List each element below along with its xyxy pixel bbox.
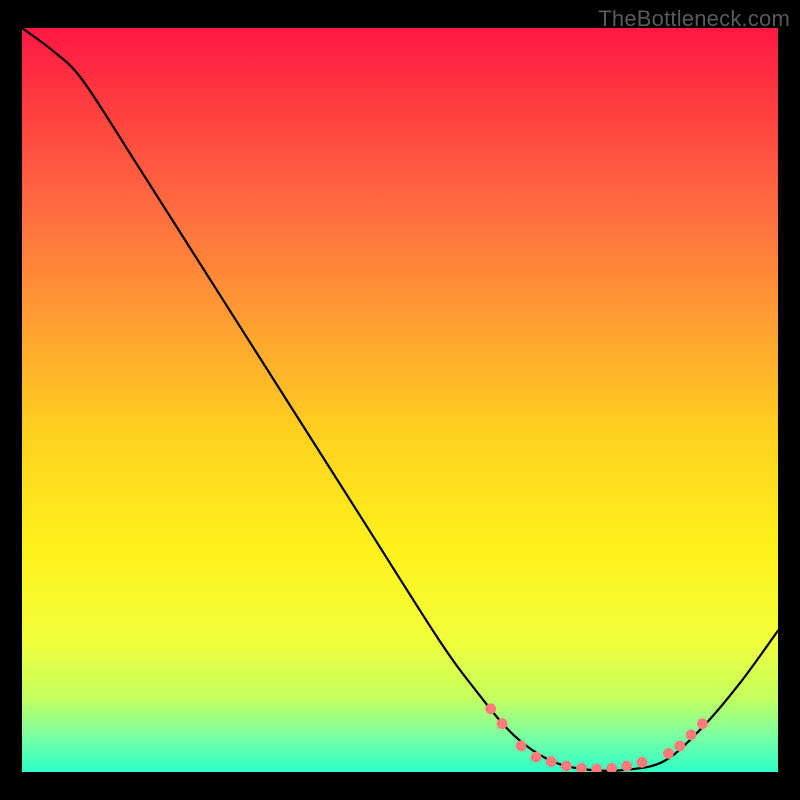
curve-marker <box>663 748 674 759</box>
watermark-label: TheBottleneck.com <box>598 6 790 32</box>
curve-marker <box>531 752 542 763</box>
curve-marker <box>674 741 685 752</box>
curve-marker <box>485 703 496 714</box>
bottleneck-curve-chart <box>22 28 778 772</box>
gradient-background <box>22 28 778 772</box>
curve-marker <box>697 718 708 729</box>
curve-marker <box>516 741 527 752</box>
curve-marker <box>497 718 508 729</box>
chart-frame: TheBottleneck.com <box>0 0 800 800</box>
curve-marker <box>637 757 648 768</box>
curve-marker <box>686 729 697 740</box>
curve-marker <box>621 761 632 772</box>
curve-marker <box>546 756 557 767</box>
plot-area <box>22 28 778 772</box>
curve-marker <box>561 761 572 772</box>
